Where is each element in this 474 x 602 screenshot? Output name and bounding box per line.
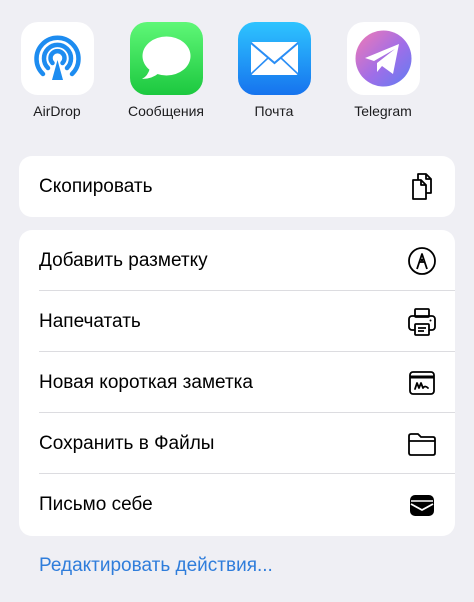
app-label: AirDrop [33, 103, 81, 119]
mail-icon [237, 22, 311, 95]
folder-icon [406, 428, 438, 460]
app-messages[interactable]: Сообщения [121, 22, 211, 119]
app-airdrop[interactable]: AirDrop [12, 22, 102, 119]
markup-icon [406, 245, 438, 277]
action-group-primary: Скопировать [19, 156, 455, 217]
action-group-secondary: Добавить разметку Напечатать Новая корот… [19, 230, 455, 536]
action-label: Сохранить в Файлы [39, 433, 215, 454]
messages-icon [129, 22, 203, 95]
action-markup[interactable]: Добавить разметку [19, 230, 455, 291]
action-print[interactable]: Напечатать [19, 291, 455, 352]
printer-icon [406, 306, 438, 338]
action-quick-note[interactable]: Новая короткая заметка [19, 352, 455, 413]
action-copy[interactable]: Скопировать [19, 156, 455, 217]
app-mail[interactable]: Почта [229, 22, 319, 119]
action-label: Скопировать [39, 176, 153, 197]
share-app-row: AirDrop Сообщения Почта Telegram [0, 0, 474, 140]
action-label: Добавить разметку [39, 250, 208, 271]
action-mail-self[interactable]: Письмо себе [19, 474, 455, 535]
airdrop-icon [20, 22, 94, 95]
app-telegram[interactable]: Telegram [338, 22, 428, 119]
telegram-icon [346, 22, 420, 95]
action-label: Новая короткая заметка [39, 372, 253, 393]
edit-actions-link[interactable]: Редактировать действия... [39, 555, 273, 577]
copy-icon [406, 171, 438, 203]
app-label: Сообщения [128, 103, 204, 119]
quick-note-icon [406, 367, 438, 399]
app-label: Почта [254, 103, 294, 119]
action-save-to-files[interactable]: Сохранить в Файлы [19, 413, 455, 474]
mail-self-icon [406, 489, 438, 521]
action-label: Письмо себе [39, 494, 153, 515]
action-label: Напечатать [39, 311, 141, 332]
app-label: Telegram [354, 103, 412, 119]
